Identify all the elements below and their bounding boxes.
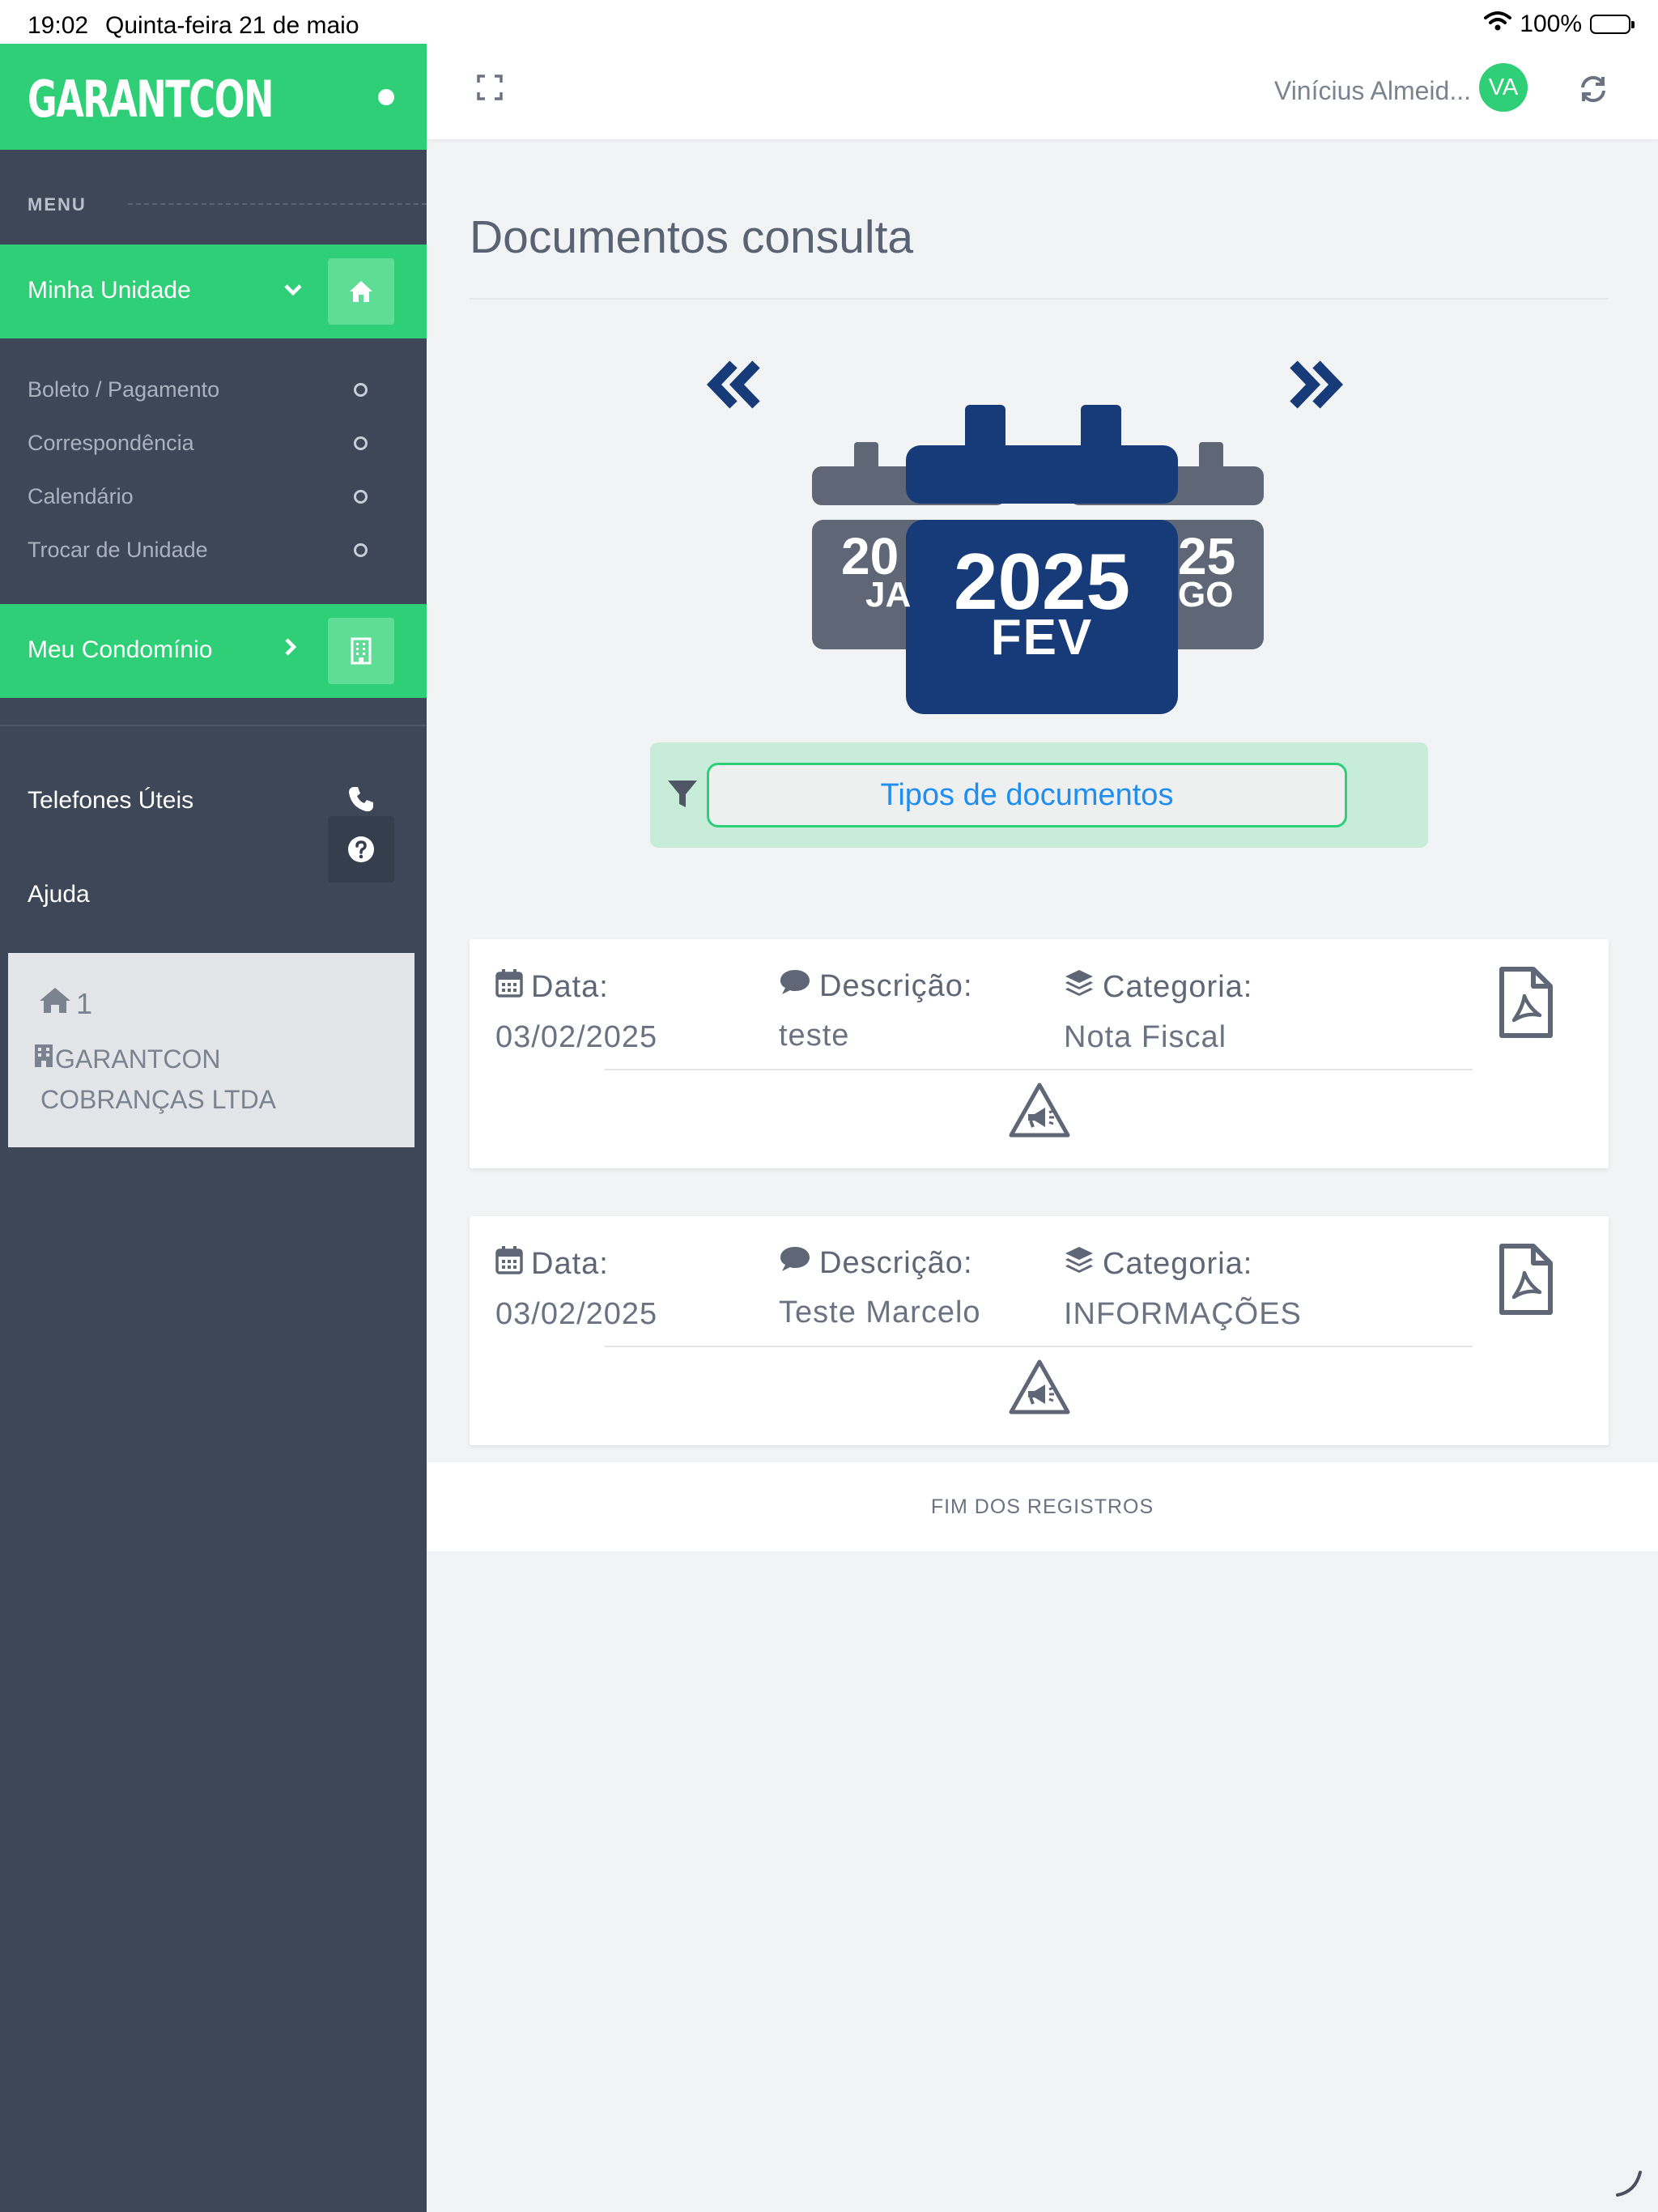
card-divider: [605, 1346, 1473, 1347]
circle-icon: [354, 543, 368, 557]
document-types-button[interactable]: Tipos de documentos: [707, 763, 1347, 827]
end-of-records-label: FIM DOS REGISTROS: [930, 1495, 1154, 1518]
phone-icon[interactable]: [346, 785, 376, 818]
pdf-file-icon[interactable]: [1498, 965, 1554, 1044]
unit-name-line2: COBRANÇAS LTDA: [40, 1085, 277, 1114]
unit-name-line1: GARANTCON: [55, 1044, 221, 1074]
fullscreen-icon[interactable]: [477, 74, 503, 100]
brand-bar: GARANTCON: [0, 44, 427, 150]
layers-icon: [1064, 1245, 1095, 1283]
document-card[interactable]: Data: 03/02/2025 Descrição: Teste Marcel…: [470, 1216, 1609, 1445]
refresh-icon[interactable]: [1579, 74, 1608, 108]
description-label-row: Descrição:: [779, 968, 973, 1004]
sidebar-item-ajuda[interactable]: Ajuda: [28, 881, 90, 908]
home-icon: [37, 985, 73, 1022]
date-label: Data:: [531, 1246, 609, 1281]
unit-number: 1: [76, 986, 93, 1020]
category-field: Categoria: Nota Fiscal: [1064, 968, 1252, 1055]
card-divider: [605, 1069, 1473, 1070]
document-description: Teste Marcelo: [779, 1295, 981, 1329]
category-field: Categoria: INFORMAÇÕES: [1064, 1245, 1302, 1332]
circle-icon: [354, 383, 368, 397]
date-field: Data: 03/02/2025: [495, 1245, 657, 1332]
description-label-row: Descrição:: [779, 1245, 981, 1281]
megaphone-warning-icon[interactable]: [1008, 1082, 1071, 1144]
next-month-label: GO: [1178, 575, 1234, 615]
sidebar-item-boleto[interactable]: Boleto / Pagamento: [28, 377, 219, 402]
menu-divider: [128, 203, 427, 205]
end-of-records: FIM DOS REGISTROS: [427, 1462, 1658, 1551]
document-category: Nota Fiscal: [1064, 1020, 1227, 1054]
wifi-icon: [1484, 11, 1512, 38]
home-icon: [328, 258, 394, 325]
chevron-right-icon: [283, 633, 298, 663]
category-label-row: Categoria:: [1064, 968, 1252, 1006]
comment-icon: [779, 968, 811, 1004]
sidebar-item-calendario[interactable]: Calendário: [28, 484, 134, 509]
megaphone-warning-icon[interactable]: [1008, 1359, 1071, 1421]
avatar[interactable]: VA: [1479, 63, 1528, 112]
user-name[interactable]: Vinícius Almeid...: [1274, 76, 1471, 106]
layers-icon: [1064, 968, 1095, 1006]
date-field: Data: 03/02/2025: [495, 968, 657, 1055]
battery-icon: [1590, 15, 1635, 34]
month-calendar-picker[interactable]: 20 JA 25 GO 2025 FEV: [812, 405, 1265, 721]
battery-percent: 100%: [1520, 11, 1582, 37]
pdf-file-icon[interactable]: [1498, 1242, 1554, 1321]
sidebar-item-trocar-unidade[interactable]: Trocar de Unidade: [28, 538, 208, 563]
description-label: Descrição:: [819, 968, 973, 1003]
date-label: Data:: [531, 969, 609, 1004]
calendar-icon: [495, 968, 523, 1006]
calendar-icon: [495, 1245, 523, 1283]
document-date: 03/02/2025: [495, 1020, 658, 1054]
sidebar-section-meu-condominio[interactable]: Meu Condomínio: [0, 604, 427, 698]
status-time: 19:02: [28, 12, 89, 39]
sidebar-item-correspondencia[interactable]: Correspondência: [28, 431, 194, 456]
menu-label: MENU: [28, 194, 87, 215]
circle-icon: [354, 436, 368, 450]
section-label: Meu Condomínio: [28, 636, 213, 663]
filter-icon: [666, 778, 699, 815]
category-label-row: Categoria:: [1064, 1245, 1302, 1283]
prev-month-label: JA: [865, 575, 912, 615]
status-right: 100%: [1484, 11, 1635, 38]
description-label: Descrição:: [819, 1245, 973, 1280]
circle-icon: [354, 490, 368, 504]
building-icon: [328, 618, 394, 684]
next-month-button[interactable]: [1286, 359, 1344, 414]
category-label: Categoria:: [1103, 969, 1253, 1004]
document-card[interactable]: Data: 03/02/2025 Descrição: teste Catego…: [470, 939, 1609, 1168]
date-label-row: Data:: [495, 968, 657, 1006]
section-label: Minha Unidade: [28, 277, 191, 304]
top-header: Vinícius Almeid... VA: [427, 44, 1658, 139]
question-icon[interactable]: [328, 816, 394, 883]
sidebar-section-minha-unidade[interactable]: Minha Unidade: [0, 245, 427, 338]
current-month-label: FEV: [990, 610, 1094, 666]
status-bar: 19:02 Quinta-feira 21 de maio 100%: [0, 0, 1658, 44]
unit-number-row: 1: [37, 985, 92, 1022]
status-date: Quinta-feira 21 de maio: [105, 12, 359, 39]
description-field: Descrição: teste: [779, 968, 973, 1053]
title-divider: [470, 298, 1609, 300]
document-category: INFORMAÇÕES: [1064, 1297, 1302, 1331]
date-label-row: Data:: [495, 1245, 657, 1283]
category-label: Categoria:: [1103, 1246, 1253, 1281]
previous-month-button[interactable]: [706, 359, 764, 414]
document-description: teste: [779, 1019, 850, 1053]
comment-icon: [779, 1245, 811, 1281]
sidebar-divider: [0, 725, 427, 726]
building-icon: [34, 1044, 53, 1074]
document-date: 03/02/2025: [495, 1297, 658, 1331]
sidebar: GARANTCON MENU Minha Unidade Boleto / Pa…: [0, 44, 427, 2212]
sidebar-item-telefones[interactable]: Telefones Úteis: [28, 787, 193, 815]
app-logo[interactable]: GARANTCON: [28, 70, 274, 129]
resize-handle-icon: [1614, 2169, 1643, 2202]
chevron-down-icon: [283, 274, 303, 304]
unit-name-row: GARANTCON: [34, 1044, 220, 1074]
sidebar-toggle-dot[interactable]: [378, 89, 394, 105]
unit-card[interactable]: 1 GARANTCON COBRANÇAS LTDA: [8, 953, 414, 1147]
description-field: Descrição: Teste Marcelo: [779, 1245, 981, 1330]
page-title: Documentos consulta: [470, 211, 914, 263]
document-filter-panel: Tipos de documentos: [650, 742, 1428, 848]
